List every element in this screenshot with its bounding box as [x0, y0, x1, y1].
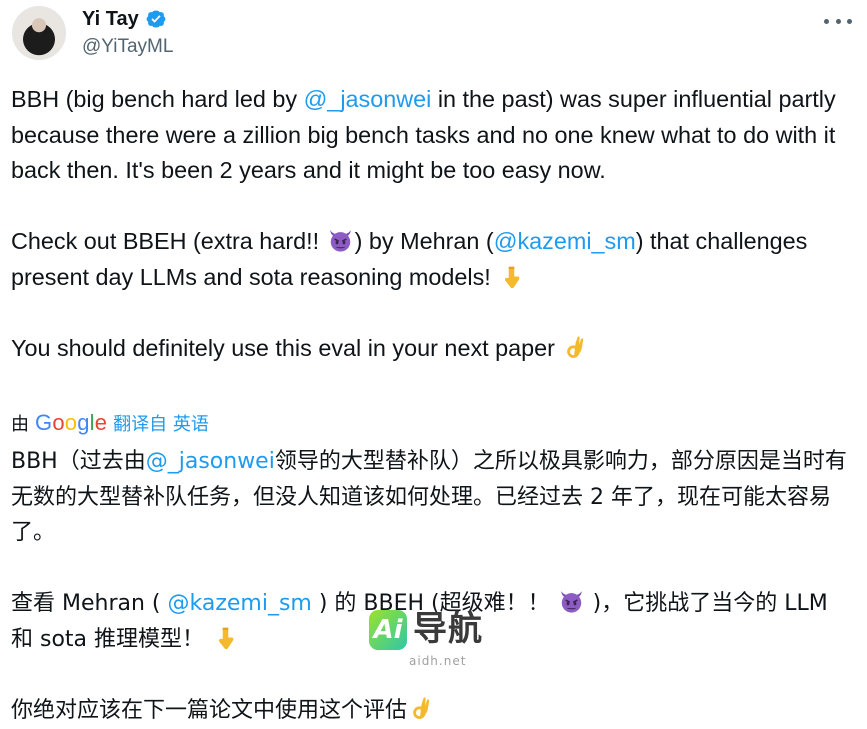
mention-link[interactable]: @_jasonwei	[304, 86, 432, 112]
translated-text-span: BBH（过去由	[11, 449, 146, 474]
translated-paragraph-3: 你绝对应该在下一篇论文中使用这个评估	[11, 693, 856, 729]
translated-text-span: ) 的 BBEH (超级难！！	[311, 591, 557, 617]
more-options-icon[interactable]	[824, 16, 852, 26]
tweet-text-span: You should definitely use this eval in y…	[11, 335, 562, 362]
point-down-emoji	[218, 627, 234, 650]
tweet-text-span: Check out BBEH (extra hard!!	[11, 228, 326, 255]
google-logo: Google	[35, 410, 108, 435]
translated-text-span: 你绝对应该在下一篇论文中使用这个评估	[11, 698, 408, 724]
translated-text: BBH（过去由@_jasonwei领导的大型替补队）之所以极具影响力，部分原因是…	[11, 444, 856, 729]
translated-from-link[interactable]: 翻译自 英语	[113, 410, 209, 436]
tweet-text: BBH (big bench hard led by @_jasonwei in…	[11, 82, 856, 367]
mention-link[interactable]: @_jasonwei	[146, 449, 275, 474]
tweet-paragraph-1: BBH (big bench hard led by @_jasonwei in…	[11, 82, 856, 189]
translated-paragraph-2: 查看 Mehran ( @kazemi_sm ) 的 BBEH (超级难！！ )…	[11, 586, 856, 657]
translation-prefix: 由	[11, 414, 29, 435]
smiling-imp-emoji	[329, 230, 351, 252]
mention-link[interactable]: @kazemi_sm	[168, 591, 312, 616]
tweet-text-span: BBH (big bench hard led by	[11, 86, 304, 112]
tweet-header: Yi Tay @YiTayML	[0, 0, 867, 70]
ok-hand-emoji	[567, 336, 584, 359]
ok-hand-emoji	[413, 697, 430, 720]
author-name[interactable]: Yi Tay	[82, 7, 139, 31]
tweet-paragraph-3: You should definitely use this eval in y…	[11, 331, 856, 367]
author-handle[interactable]: @YiTayML	[82, 35, 173, 59]
translation-bar: 由 Google 翻译自 英语	[11, 408, 209, 438]
mention-link[interactable]: @kazemi_sm	[494, 228, 636, 254]
tweet-paragraph-2: Check out BBEH (extra hard!! ) by Mehran…	[11, 224, 856, 295]
point-down-emoji	[505, 266, 520, 289]
translated-text-span: 查看 Mehran (	[11, 591, 168, 617]
tweet-text-span: ) by Mehran (	[354, 228, 494, 255]
verified-badge-icon	[146, 10, 166, 28]
avatar[interactable]	[12, 6, 66, 60]
author-name-row[interactable]: Yi Tay	[82, 7, 167, 31]
smiling-imp-emoji	[560, 591, 582, 613]
translated-paragraph-1: BBH（过去由@_jasonwei领导的大型替补队）之所以极具影响力，部分原因是…	[11, 444, 856, 551]
